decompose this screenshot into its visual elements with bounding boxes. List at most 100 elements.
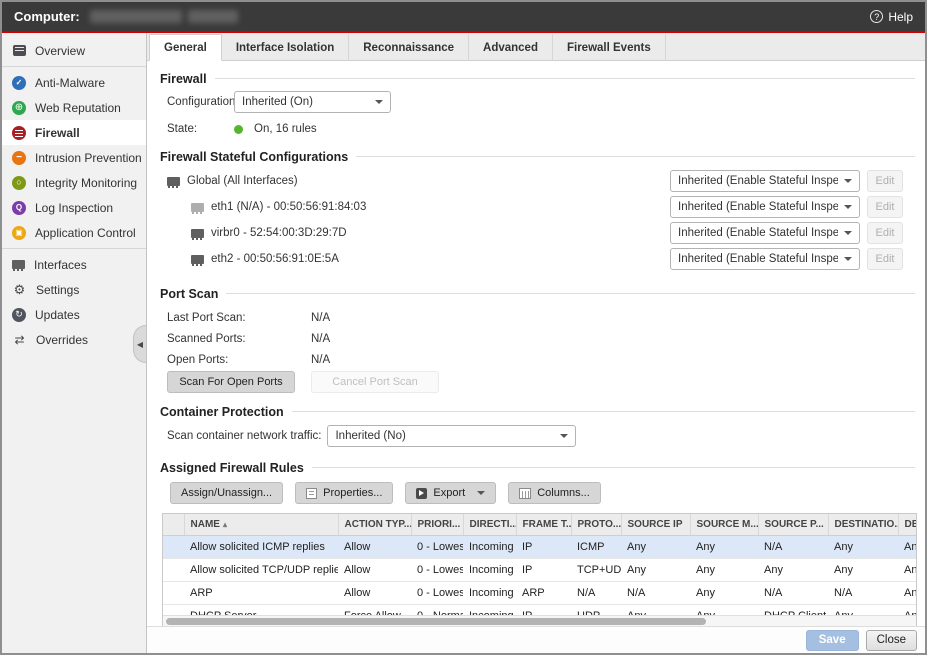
select-column-header[interactable]	[163, 514, 184, 535]
footer-bar: Save Close	[147, 626, 925, 653]
overview-icon	[13, 45, 26, 56]
firewall-configuration-select[interactable]: Inherited (On)	[234, 91, 391, 113]
column-header-protocol[interactable]: PROTO...	[571, 514, 621, 535]
chevron-down-icon	[844, 257, 852, 261]
chevron-down-icon	[375, 100, 383, 104]
column-header-action-type[interactable]: ACTION TYP...	[338, 514, 411, 535]
last-port-scan-value: N/A	[311, 312, 330, 324]
anti-malware-icon: ✓	[12, 76, 26, 90]
horizontal-scrollbar[interactable]	[163, 615, 916, 626]
help-link[interactable]: ? Help	[870, 10, 913, 24]
stateful-section-header: Firewall Stateful Configurations	[160, 149, 915, 164]
column-header-priority[interactable]: PRIORI...	[411, 514, 463, 535]
scan-for-open-ports-button[interactable]: Scan For Open Ports	[167, 371, 295, 393]
state-row: State: On, 16 rules	[167, 122, 915, 136]
sidebar-item-overrides[interactable]: ⇄ Overrides	[2, 327, 146, 352]
column-header-name[interactable]: NAME▴	[184, 514, 338, 535]
window-title: Computer:	[14, 9, 80, 24]
horizontal-scrollbar-thumb[interactable]	[166, 618, 706, 625]
redacted-computer-name	[188, 10, 238, 23]
save-button[interactable]: Save	[806, 630, 859, 651]
stateful-config-select[interactable]: Inherited (Enable Stateful Inspection)	[670, 196, 860, 218]
port-scan-buttons-row: Scan For Open Ports Cancel Port Scan	[167, 371, 915, 393]
sidebar-item-web-reputation[interactable]: ⊕ Web Reputation	[2, 95, 146, 120]
container-traffic-label: Scan container network traffic:	[167, 430, 321, 442]
export-button[interactable]: Export	[405, 482, 496, 504]
sidebar-item-interfaces[interactable]: Interfaces	[2, 252, 146, 277]
sidebar-item-integrity-monitoring[interactable]: ○ Integrity Monitoring	[2, 170, 146, 195]
network-interface-icon	[191, 229, 204, 238]
overrides-shuffle-icon: ⇄	[12, 334, 27, 346]
redacted-computer-name	[90, 10, 182, 23]
sidebar-item-updates[interactable]: ↻ Updates	[2, 302, 146, 327]
table-row[interactable]: ARP Allow 0 - Lowest Incoming ARP N/A N/…	[163, 581, 917, 604]
column-header-source-port[interactable]: SOURCE P...	[758, 514, 828, 535]
column-header-de[interactable]: DE	[898, 514, 917, 535]
chevron-down-icon	[560, 434, 568, 438]
sidebar: Overview ✓ Anti-Malware ⊕ Web Reputation…	[2, 33, 147, 653]
sidebar-item-application-control[interactable]: ▣ Application Control	[2, 220, 146, 245]
chevron-down-icon	[477, 491, 485, 495]
tab-advanced[interactable]: Advanced	[469, 34, 553, 61]
tab-general[interactable]: General	[149, 34, 222, 61]
sidebar-item-settings[interactable]: ⚙ Settings	[2, 277, 146, 302]
state-label: State:	[167, 123, 234, 135]
scanned-ports-value: N/A	[311, 333, 330, 345]
web-reputation-icon: ⊕	[12, 101, 26, 115]
table-row[interactable]: Allow solicited TCP/UDP replies Allow 0 …	[163, 558, 917, 581]
configuration-label: Configuration:	[167, 96, 234, 108]
table-row[interactable]: Allow solicited ICMP replies Allow 0 - L…	[163, 535, 917, 558]
sidebar-collapse-handle[interactable]: ◀	[133, 325, 146, 363]
configuration-row: Configuration: Inherited (On)	[167, 91, 915, 113]
firewall-icon	[12, 126, 26, 140]
log-inspection-icon: Q	[12, 201, 26, 215]
stateful-config-select[interactable]: Inherited (Enable Stateful Inspection)	[670, 170, 860, 192]
properties-button[interactable]: Properties...	[295, 482, 393, 504]
table-header-row: NAME▴ ACTION TYP... PRIORI... DIRECTI...…	[163, 514, 917, 535]
columns-button[interactable]: Columns...	[508, 482, 601, 504]
firewall-rules-table: NAME▴ ACTION TYP... PRIORI... DIRECTI...…	[162, 513, 917, 626]
cancel-port-scan-button[interactable]: Cancel Port Scan	[311, 371, 439, 393]
column-header-source-mac[interactable]: SOURCE M...	[690, 514, 758, 535]
sidebar-item-intrusion-prevention[interactable]: − Intrusion Prevention	[2, 145, 146, 170]
container-protection-section-header: Container Protection	[160, 404, 915, 419]
integrity-monitoring-icon: ○	[12, 176, 26, 190]
sort-ascending-icon: ▴	[223, 520, 227, 529]
sidebar-item-log-inspection[interactable]: Q Log Inspection	[2, 195, 146, 220]
tab-firewall-events[interactable]: Firewall Events	[553, 34, 666, 61]
open-ports-value: N/A	[311, 354, 330, 366]
close-button[interactable]: Close	[866, 630, 917, 651]
sidebar-separator	[2, 66, 146, 67]
column-header-direction[interactable]: DIRECTI...	[463, 514, 516, 535]
container-network-traffic-row: Scan container network traffic: Inherite…	[167, 425, 915, 447]
general-tab-content: Firewall Configuration: Inherited (On) S…	[147, 61, 925, 626]
edit-button[interactable]: Edit	[867, 222, 903, 244]
edit-button[interactable]: Edit	[867, 170, 903, 192]
rules-toolbar: Assign/Unassign... Properties... Export …	[170, 482, 915, 504]
column-header-frame-type[interactable]: FRAME T...	[516, 514, 571, 535]
stateful-row-eth2: eth2 - 00:50:56:91:0E:5A Inherited (Enab…	[167, 246, 915, 272]
container-traffic-select[interactable]: Inherited (No)	[327, 425, 576, 447]
port-scan-section-header: Port Scan	[160, 286, 915, 301]
tab-reconnaissance[interactable]: Reconnaissance	[349, 34, 469, 61]
stateful-row-global: Global (All Interfaces) Inherited (Enabl…	[167, 168, 915, 194]
sidebar-separator	[2, 248, 146, 249]
title-bar: Computer: ? Help	[2, 2, 925, 31]
edit-button[interactable]: Edit	[867, 196, 903, 218]
network-interface-icon	[191, 203, 204, 212]
sidebar-item-anti-malware[interactable]: ✓ Anti-Malware	[2, 70, 146, 95]
column-header-destination[interactable]: DESTINATIO...	[828, 514, 898, 535]
network-interface-icon	[167, 177, 180, 186]
assign-unassign-button[interactable]: Assign/Unassign...	[170, 482, 283, 504]
stateful-config-select[interactable]: Inherited (Enable Stateful Inspection)	[670, 248, 860, 270]
column-header-source-ip[interactable]: SOURCE IP	[621, 514, 690, 535]
interfaces-icon	[12, 260, 25, 269]
stateful-config-select[interactable]: Inherited (Enable Stateful Inspection)	[670, 222, 860, 244]
sidebar-item-firewall[interactable]: Firewall	[2, 120, 146, 145]
chevron-down-icon	[844, 179, 852, 183]
firewall-section-header: Firewall	[160, 71, 915, 86]
sidebar-item-overview[interactable]: Overview	[2, 38, 146, 63]
edit-button[interactable]: Edit	[867, 248, 903, 270]
properties-sheet-icon	[306, 488, 317, 499]
tab-interface-isolation[interactable]: Interface Isolation	[222, 34, 349, 61]
